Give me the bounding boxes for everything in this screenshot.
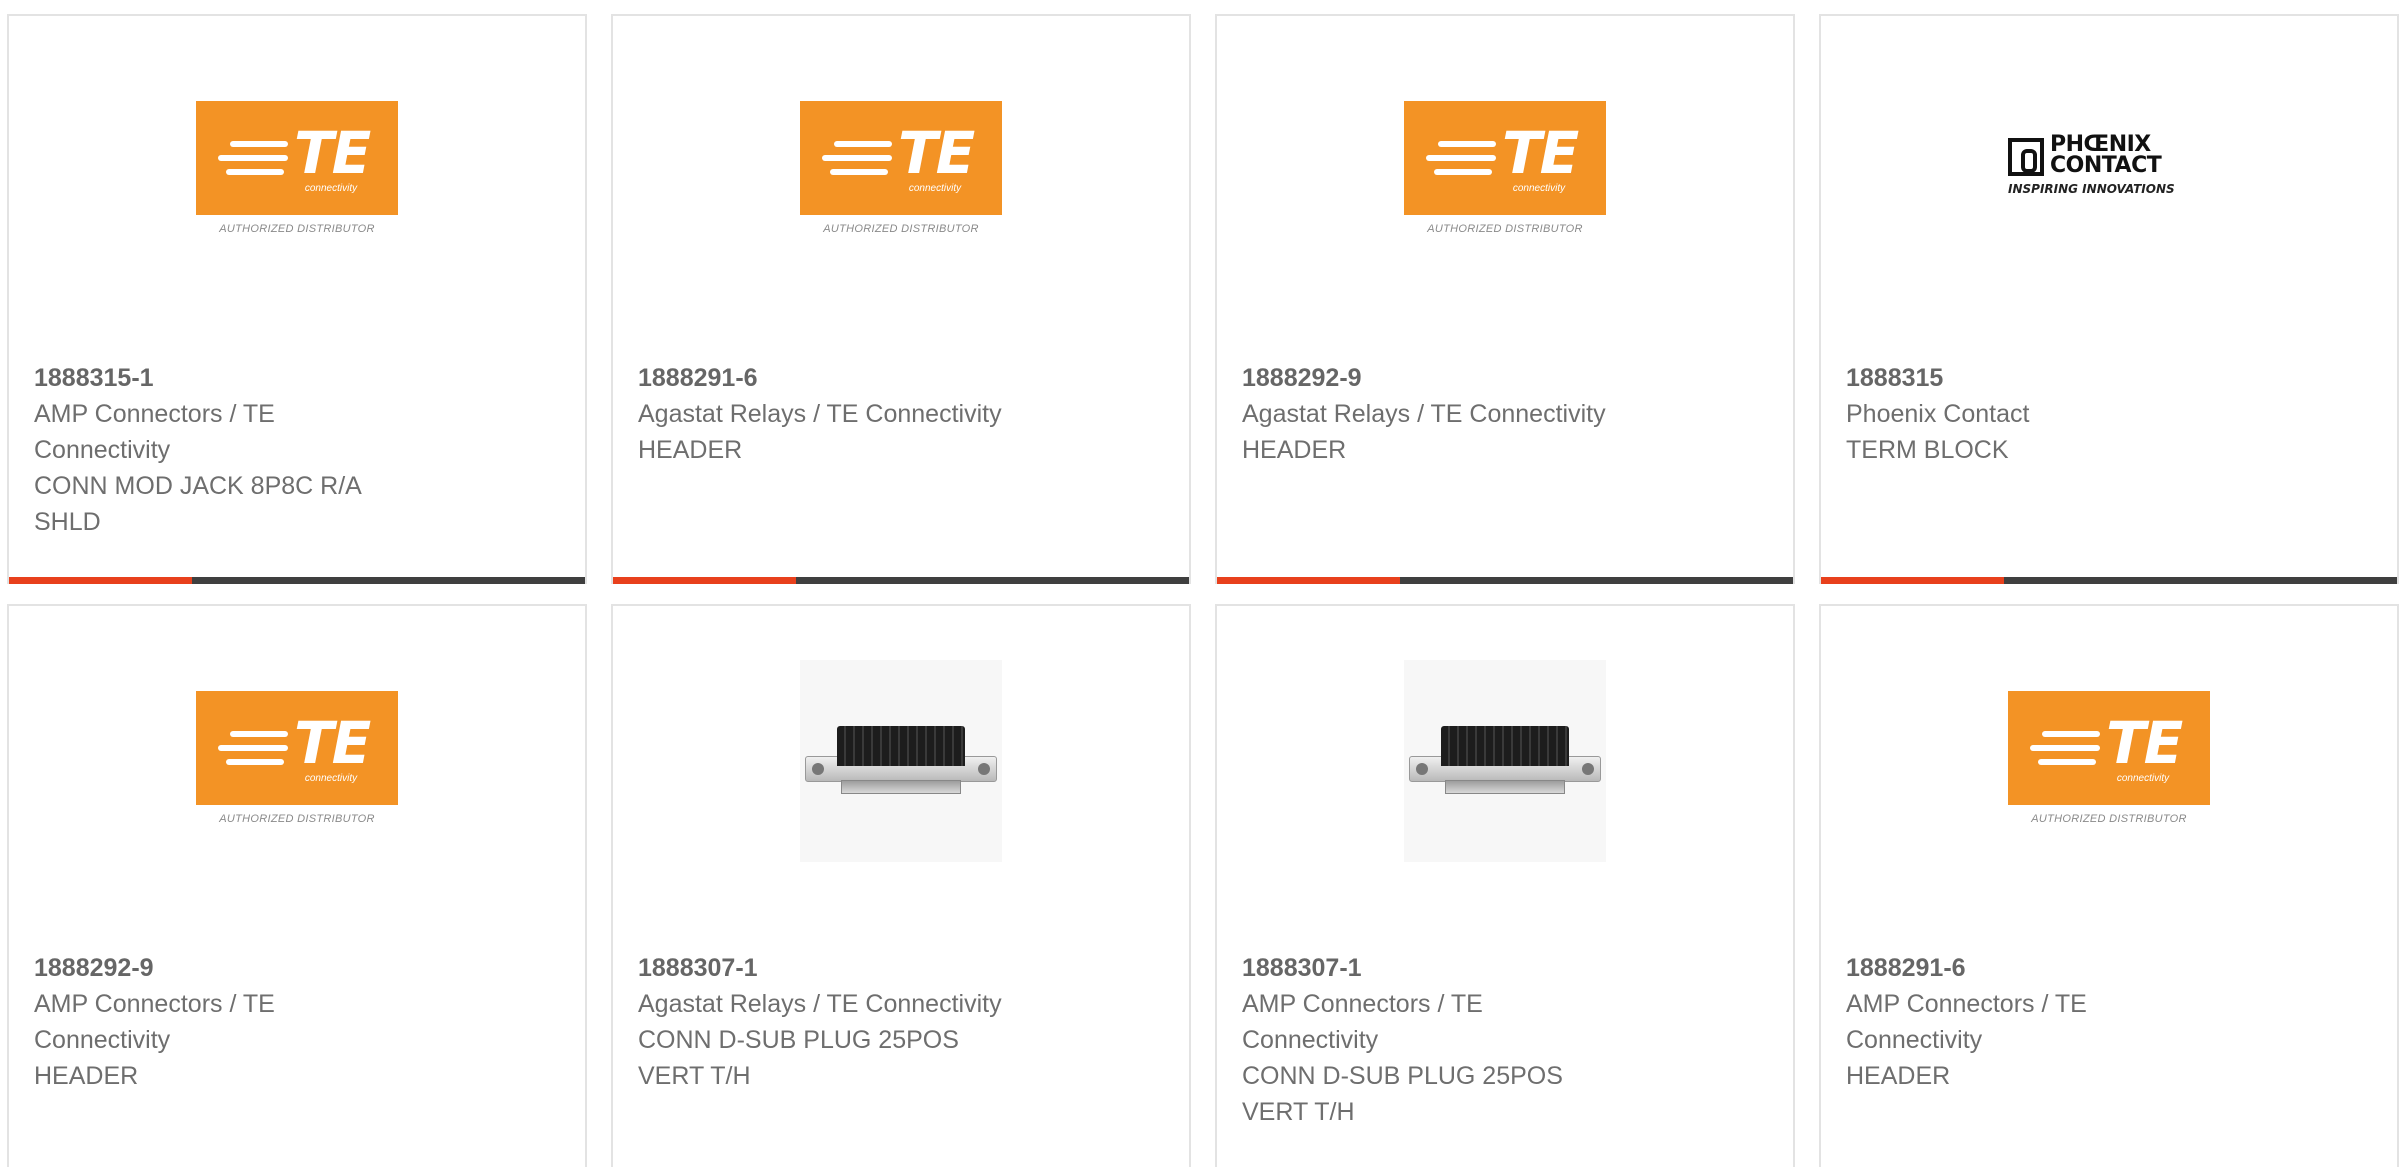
product-line: Agastat Relays / TE Connectivity (1242, 400, 1606, 428)
product-line: Phoenix Contact (1846, 400, 2030, 428)
product-line: AMP Connectors / TE (1846, 990, 2087, 1018)
product-image[interactable] (613, 606, 1189, 916)
product-line: Connectivity (34, 436, 171, 464)
product-line: CONN MOD JACK 8P8C R/A (34, 472, 362, 500)
product-image[interactable] (1217, 606, 1793, 916)
product-image[interactable]: TE connectivity AUTHORIZED DISTRIBUTOR (613, 16, 1189, 326)
card-bottom-bar (9, 577, 585, 584)
product-line: Agastat Relays / TE Connectivity (638, 990, 1002, 1018)
product-line: Agastat Relays / TE Connectivity (638, 400, 1002, 428)
product-card[interactable]: TE connectivity AUTHORIZED DISTRIBUTOR 1… (1819, 604, 2399, 1167)
te-connectivity-logo: TE connectivity AUTHORIZED DISTRIBUTOR (2008, 691, 2210, 831)
part-number-link[interactable]: 1888291-6 (638, 360, 1169, 396)
product-image[interactable]: TE connectivity AUTHORIZED DISTRIBUTOR (1821, 606, 2397, 916)
part-number-link[interactable]: 1888307-1 (1242, 950, 1773, 986)
product-line: AMP Connectors / TE (34, 990, 275, 1018)
part-number-link[interactable]: 1888307-1 (638, 950, 1169, 986)
product-info: 1888315-1 AMP Connectors / TE Connectivi… (34, 360, 565, 540)
product-line: CONN D-SUB PLUG 25POS (638, 1026, 959, 1054)
part-number-link[interactable]: 1888315-1 (34, 360, 565, 396)
product-info: 1888292-9 AMP Connectors / TE Connectivi… (34, 950, 565, 1094)
product-grid: TE connectivity AUTHORIZED DISTRIBUTOR 1… (0, 0, 2400, 1167)
part-number-link[interactable]: 1888292-9 (1242, 360, 1773, 396)
product-line: SHLD (34, 508, 101, 536)
product-image[interactable]: TE connectivity AUTHORIZED DISTRIBUTOR (9, 606, 585, 916)
product-line: HEADER (1846, 1062, 1951, 1090)
product-info: 1888291-6 Agastat Relays / TE Connectivi… (638, 360, 1169, 468)
product-line: AMP Connectors / TE (1242, 990, 1483, 1018)
te-connectivity-logo: TE connectivity AUTHORIZED DISTRIBUTOR (1404, 101, 1606, 241)
product-line: VERT T/H (1242, 1098, 1355, 1126)
product-line: HEADER (638, 436, 743, 464)
product-card[interactable]: TE connectivity AUTHORIZED DISTRIBUTOR 1… (1215, 14, 1795, 584)
product-line: Connectivity (1242, 1026, 1379, 1054)
product-image[interactable]: TE connectivity AUTHORIZED DISTRIBUTOR (9, 16, 585, 326)
product-line: HEADER (1242, 436, 1347, 464)
card-bottom-bar (1217, 577, 1793, 584)
product-line: Connectivity (34, 1026, 171, 1054)
product-line: TERM BLOCK (1846, 436, 2009, 464)
product-info: 1888292-9 Agastat Relays / TE Connectivi… (1242, 360, 1773, 468)
part-number-link[interactable]: 1888291-6 (1846, 950, 2377, 986)
te-connectivity-logo: TE connectivity AUTHORIZED DISTRIBUTOR (196, 101, 398, 241)
product-info: 1888307-1 Agastat Relays / TE Connectivi… (638, 950, 1169, 1094)
product-info: 1888315 Phoenix Contact TERM BLOCK (1846, 360, 2377, 468)
product-card[interactable]: TE connectivity AUTHORIZED DISTRIBUTOR 1… (7, 14, 587, 584)
dsub-connector-image (1404, 660, 1606, 862)
te-connectivity-logo: TE connectivity AUTHORIZED DISTRIBUTOR (800, 101, 1002, 241)
product-line: AMP Connectors / TE (34, 400, 275, 428)
product-card[interactable]: TE connectivity AUTHORIZED DISTRIBUTOR 1… (611, 14, 1191, 584)
part-number-link[interactable]: 1888292-9 (34, 950, 565, 986)
product-card[interactable]: 1888307-1 AMP Connectors / TE Connectivi… (1215, 604, 1795, 1167)
product-line: VERT T/H (638, 1062, 751, 1090)
dsub-connector-image (800, 660, 1002, 862)
product-card[interactable]: TE connectivity AUTHORIZED DISTRIBUTOR 1… (7, 604, 587, 1167)
part-number-link[interactable]: 1888315 (1846, 360, 2377, 396)
card-bottom-bar (613, 577, 1189, 584)
product-image[interactable]: PHŒNIX CONTACT INSPIRING INNOVATIONS (1821, 16, 2397, 326)
product-line: Connectivity (1846, 1026, 1983, 1054)
phoenix-contact-logo: PHŒNIX CONTACT INSPIRING INNOVATIONS (2008, 132, 2175, 196)
product-card[interactable]: 1888307-1 Agastat Relays / TE Connectivi… (611, 604, 1191, 1167)
product-line: CONN D-SUB PLUG 25POS (1242, 1062, 1563, 1090)
product-line: HEADER (34, 1062, 139, 1090)
product-info: 1888291-6 AMP Connectors / TE Connectivi… (1846, 950, 2377, 1094)
product-info: 1888307-1 AMP Connectors / TE Connectivi… (1242, 950, 1773, 1130)
product-card[interactable]: PHŒNIX CONTACT INSPIRING INNOVATIONS 188… (1819, 14, 2399, 584)
product-image[interactable]: TE connectivity AUTHORIZED DISTRIBUTOR (1217, 16, 1793, 326)
te-connectivity-logo: TE connectivity AUTHORIZED DISTRIBUTOR (196, 691, 398, 831)
card-bottom-bar (1821, 577, 2397, 584)
